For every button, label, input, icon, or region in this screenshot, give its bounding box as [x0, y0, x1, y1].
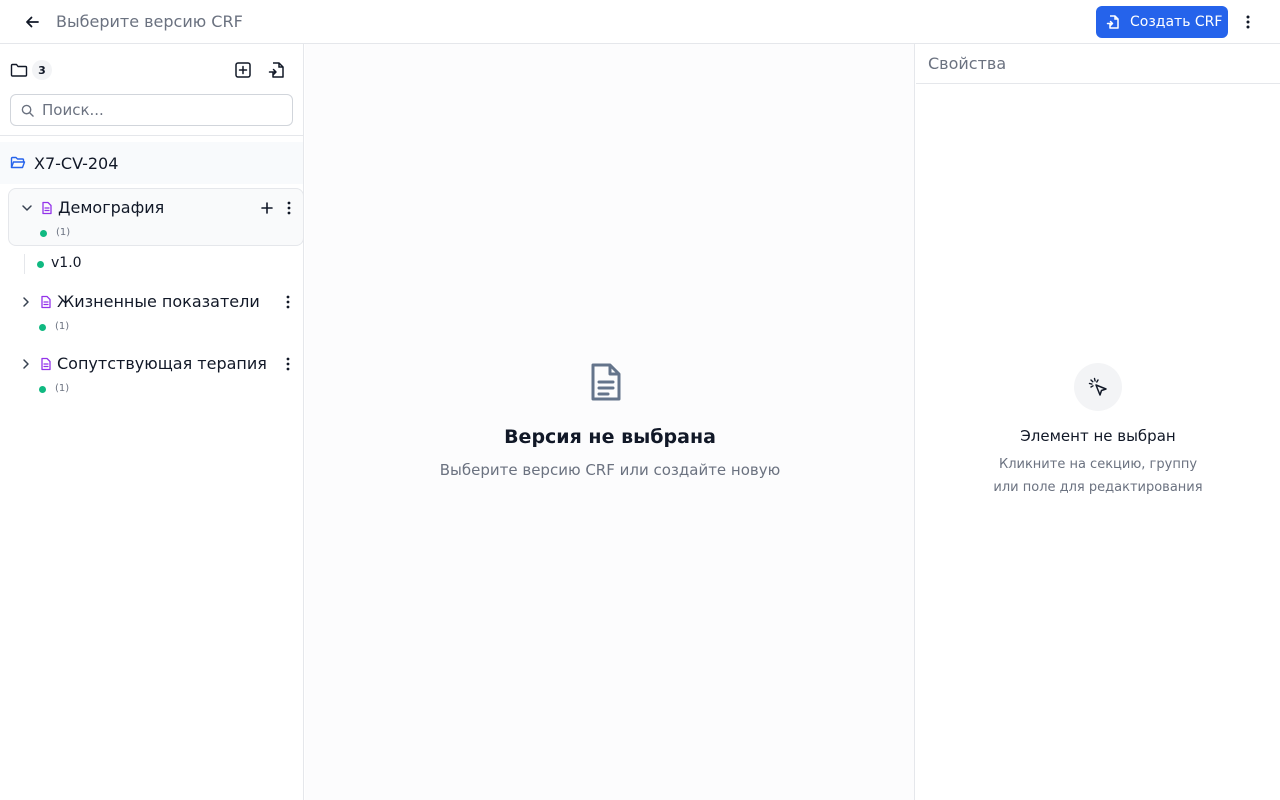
no-selection-subtitle: Кликните на секцию, группу или поле для … [993, 457, 1203, 495]
file-import-icon[interactable] [267, 60, 287, 80]
more-vertical-icon[interactable] [281, 200, 297, 216]
crf-name: Сопутствующая терапия [57, 354, 267, 373]
create-crf-button[interactable]: Создать CRF [1096, 6, 1228, 38]
version-item[interactable]: v1.0 [24, 254, 294, 274]
project-name: X7-CV-204 [34, 153, 119, 173]
more-vertical-icon[interactable] [280, 294, 296, 310]
document-icon [39, 295, 53, 309]
no-selection-title: Элемент не выбран [1020, 427, 1176, 445]
file-import-icon [1106, 14, 1122, 30]
status-dot [40, 230, 47, 237]
top-bar: Выберите версию CRF Создать CRF [0, 0, 1280, 44]
properties-panel: Свойства Элемент не выбран Кликните на с… [916, 44, 1280, 800]
crf-name: Жизненные показатели [57, 292, 260, 311]
folder-open-icon [10, 155, 26, 171]
crf-sidebar: 3 X7-CV-204 Демография (1) [0, 44, 304, 800]
version-label: v1.0 [51, 255, 82, 271]
pointer-click-icon [1074, 363, 1122, 411]
search-input[interactable] [42, 101, 272, 119]
create-crf-label: Создать CRF [1130, 14, 1223, 30]
document-icon [40, 201, 54, 215]
crf-name: Демография [58, 198, 165, 217]
more-vertical-icon[interactable] [280, 356, 296, 372]
properties-header: Свойства [916, 44, 1280, 84]
back-arrow-icon[interactable] [22, 12, 42, 32]
plus-icon[interactable] [259, 200, 275, 216]
empty-state-title: Версия не выбрана [504, 426, 716, 448]
empty-state-subtitle: Выберите версию CRF или создайте новую [439, 461, 781, 479]
search-icon [21, 104, 34, 117]
editor-canvas: Версия не выбрана Выберите версию CRF ил… [305, 44, 915, 800]
more-vertical-icon[interactable] [1238, 12, 1258, 32]
status-dot [39, 324, 46, 331]
crf-count-badge: 3 [32, 60, 52, 80]
version-count: (1) [55, 321, 70, 332]
crf-item[interactable]: Сопутствующая терапия (1) [8, 345, 304, 403]
sidebar-toolbar: 3 [0, 44, 303, 136]
status-dot [39, 386, 46, 393]
version-count: (1) [55, 383, 70, 394]
chevron-right-icon[interactable] [19, 357, 33, 371]
tree-line [24, 254, 25, 274]
search-box [10, 94, 293, 126]
chevron-down-icon[interactable] [20, 201, 34, 215]
file-text-icon [588, 362, 624, 402]
crf-item[interactable]: Жизненные показатели (1) [8, 283, 304, 341]
status-dot [37, 261, 44, 268]
properties-title: Свойства [928, 54, 1007, 73]
page-title: Выберите версию CRF [56, 12, 243, 31]
crf-item[interactable]: Демография (1) [8, 188, 304, 246]
add-square-icon[interactable] [233, 60, 253, 80]
version-count: (1) [56, 227, 71, 238]
document-icon [39, 357, 53, 371]
folder-icon [10, 61, 28, 79]
project-row[interactable]: X7-CV-204 [0, 142, 303, 184]
chevron-right-icon[interactable] [19, 295, 33, 309]
